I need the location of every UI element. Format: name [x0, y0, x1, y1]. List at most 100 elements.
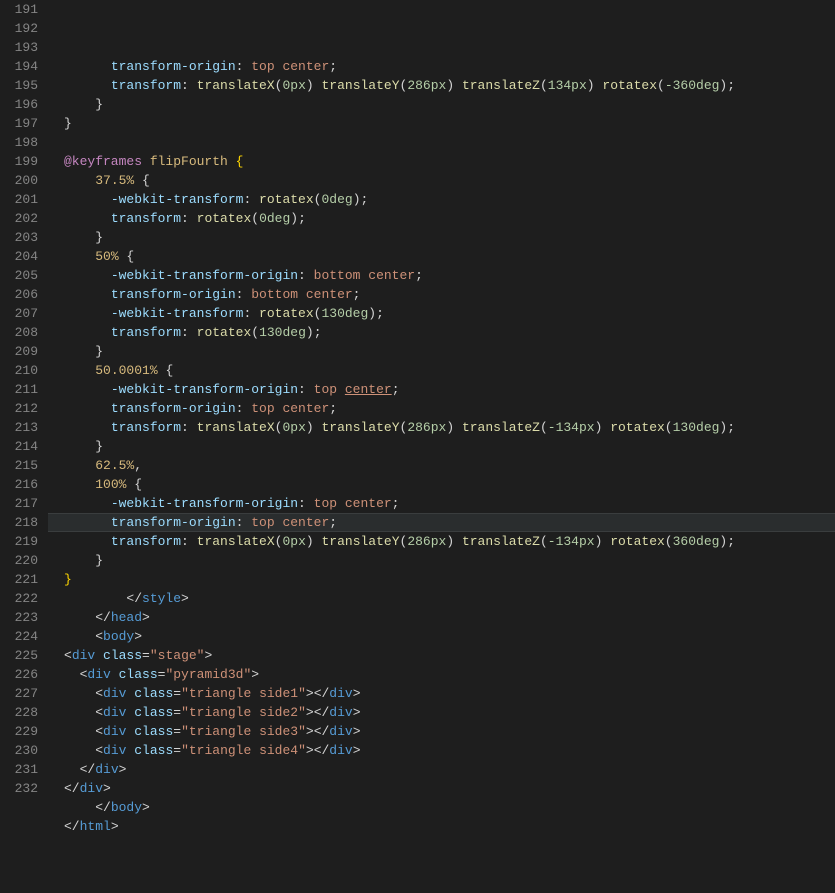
token: "triangle side3" [181, 724, 306, 739]
token: < [64, 743, 103, 758]
token: bottom center [314, 268, 415, 283]
code-line[interactable]: 50.0001% { [64, 361, 835, 380]
code-line[interactable] [64, 836, 835, 855]
code-line[interactable]: -webkit-transform-origin: top center; [64, 494, 835, 513]
line-number: 213 [0, 418, 38, 437]
token [64, 192, 111, 207]
code-line[interactable]: } [64, 570, 835, 589]
code-line[interactable]: </html> [64, 817, 835, 836]
code-line[interactable]: -webkit-transform-origin: top center; [64, 380, 835, 399]
line-number: 229 [0, 722, 38, 741]
token: top center [251, 59, 329, 74]
code-line[interactable]: </div> [64, 779, 835, 798]
token [64, 249, 95, 264]
token: ; [329, 401, 337, 416]
token: 130deg [321, 306, 368, 321]
code-content[interactable]: transform-origin: top center; transform:… [64, 57, 835, 855]
token: transform-origin [111, 59, 236, 74]
code-line[interactable]: <body> [64, 627, 835, 646]
line-number: 211 [0, 380, 38, 399]
code-line[interactable]: 62.5%, [64, 456, 835, 475]
code-line[interactable]: -webkit-transform: rotatex(0deg); [64, 190, 835, 209]
token: : [181, 420, 197, 435]
code-line[interactable]: <div class="stage"> [64, 646, 835, 665]
code-line[interactable] [64, 133, 835, 152]
code-line[interactable]: <div class="triangle side1"></div> [64, 684, 835, 703]
token: < [64, 686, 103, 701]
code-line[interactable]: @keyframes flipFourth { [64, 152, 835, 171]
line-number: 227 [0, 684, 38, 703]
token: ; [314, 325, 322, 340]
code-line[interactable]: } [64, 95, 835, 114]
token: = [173, 724, 181, 739]
token: , [134, 458, 142, 473]
token: -webkit-transform-origin [111, 268, 298, 283]
code-line[interactable]: </style> [64, 589, 835, 608]
code-line[interactable]: <div class="triangle side4"></div> [64, 741, 835, 760]
token: transform [111, 325, 181, 340]
token: ; [298, 211, 306, 226]
token: 0px [282, 78, 305, 93]
code-line[interactable]: } [64, 437, 835, 456]
code-line[interactable]: transform-origin: bottom center; [64, 285, 835, 304]
code-line[interactable]: transform-origin: top center; [64, 399, 835, 418]
token: body [111, 800, 142, 815]
code-line[interactable]: -webkit-transform: rotatex(130deg); [64, 304, 835, 323]
code-line[interactable]: 100% { [64, 475, 835, 494]
token: 134px [548, 78, 587, 93]
code-line[interactable]: transform-origin: top center; [64, 513, 835, 532]
token: top [314, 382, 345, 397]
code-line[interactable]: transform: rotatex(130deg); [64, 323, 835, 342]
code-area[interactable]: transform-origin: top center; transform:… [48, 0, 835, 791]
code-line[interactable]: </head> [64, 608, 835, 627]
token: } [64, 439, 103, 454]
token: rotatex [610, 534, 665, 549]
token: translateZ [462, 534, 540, 549]
line-number: 222 [0, 589, 38, 608]
token: "triangle side4" [181, 743, 306, 758]
token [64, 534, 111, 549]
code-line[interactable]: } [64, 114, 835, 133]
code-line[interactable]: 37.5% { [64, 171, 835, 190]
token: { [126, 477, 142, 492]
token: = [173, 743, 181, 758]
code-line[interactable]: transform-origin: top center; [64, 57, 835, 76]
code-line[interactable]: transform: translateX(0px) translateY(28… [64, 532, 835, 551]
token: rotatex [197, 325, 252, 340]
token: : [236, 59, 252, 74]
code-line[interactable]: transform: rotatex(0deg); [64, 209, 835, 228]
token [64, 173, 95, 188]
token: rotatex [602, 78, 657, 93]
token: ) [446, 534, 462, 549]
token: -webkit-transform [111, 306, 244, 321]
token: ) [595, 534, 611, 549]
code-line[interactable]: transform: translateX(0px) translateY(28… [64, 76, 835, 95]
line-number: 192 [0, 19, 38, 38]
token [64, 211, 111, 226]
code-editor[interactable]: 1911921931941951961971981992002012022032… [0, 0, 835, 791]
token: ) [290, 211, 298, 226]
code-line[interactable]: } [64, 228, 835, 247]
token: div [87, 667, 110, 682]
line-number: 203 [0, 228, 38, 247]
token: -webkit-transform [111, 192, 244, 207]
token: } [64, 97, 103, 112]
code-line[interactable]: <div class="triangle side2"></div> [64, 703, 835, 722]
code-line[interactable]: </body> [64, 798, 835, 817]
token: : [298, 268, 314, 283]
code-line[interactable]: </div> [64, 760, 835, 779]
code-line[interactable]: } [64, 551, 835, 570]
token: : [236, 401, 252, 416]
line-number: 201 [0, 190, 38, 209]
code-line[interactable]: <div class="pyramid3d"> [64, 665, 835, 684]
code-line[interactable]: transform: translateX(0px) translateY(28… [64, 418, 835, 437]
code-line[interactable]: -webkit-transform-origin: bottom center; [64, 266, 835, 285]
token: transform-origin [111, 515, 236, 530]
token: </ [64, 819, 80, 834]
code-line[interactable]: <div class="triangle side3"></div> [64, 722, 835, 741]
code-line[interactable]: } [64, 342, 835, 361]
token: : [181, 211, 197, 226]
token: ; [727, 534, 735, 549]
token [64, 382, 111, 397]
code-line[interactable]: 50% { [64, 247, 835, 266]
